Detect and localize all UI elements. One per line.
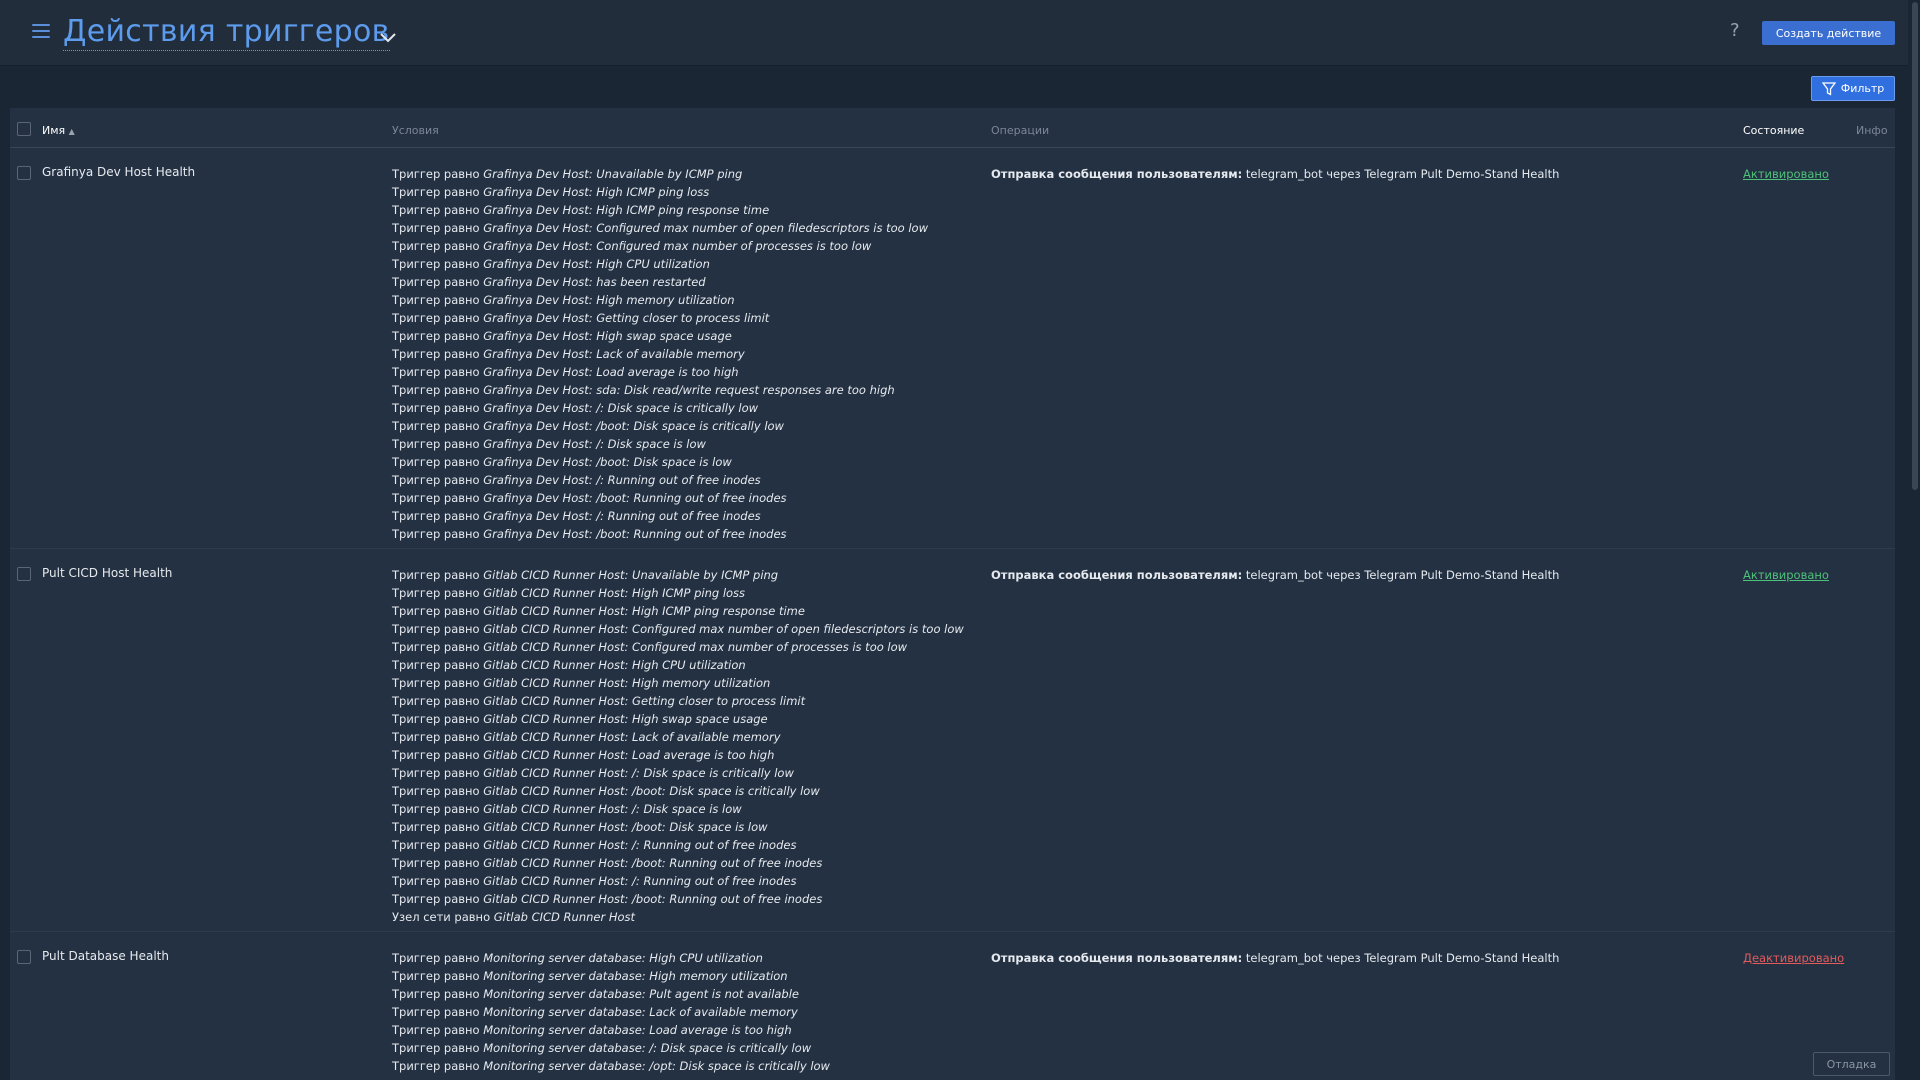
condition-item: Триггер равно Gitlab CICD Runner Host: H… bbox=[392, 586, 746, 600]
filter-button[interactable]: Фильтр bbox=[1811, 76, 1895, 101]
operations-cell: Отправка сообщения пользователям: telegr… bbox=[991, 165, 1559, 183]
condition-item: Триггер равно Gitlab CICD Runner Host: /… bbox=[392, 784, 820, 798]
status-toggle-link[interactable]: Деактивировано bbox=[1743, 949, 1844, 967]
table-row: Pult CICD Host Health Триггер равно Gitl… bbox=[10, 550, 1895, 932]
condition-item: Триггер равно Grafinya Dev Host: /boot: … bbox=[392, 527, 787, 541]
action-name-link[interactable]: Pult Database Health bbox=[42, 949, 169, 963]
operation-value: telegram_bot через Telegram Pult Demo-St… bbox=[1245, 167, 1560, 181]
condition-item: Триггер равно Grafinya Dev Host: /boot: … bbox=[392, 455, 732, 469]
column-operations-header: Операции bbox=[991, 124, 1050, 137]
operation-value: telegram_bot через Telegram Pult Demo-St… bbox=[1245, 568, 1560, 582]
scrollbar-thumb[interactable] bbox=[1912, 2, 1918, 490]
filter-icon bbox=[1821, 81, 1836, 96]
column-name-header[interactable]: Имя ▲ bbox=[42, 124, 75, 137]
operation-value: telegram_bot через Telegram Pult Demo-St… bbox=[1245, 951, 1560, 965]
row-checkbox[interactable] bbox=[17, 166, 31, 180]
condition-item: Триггер равно Monitoring server database… bbox=[392, 1041, 812, 1055]
condition-item: Триггер равно Gitlab CICD Runner Host: /… bbox=[392, 892, 823, 906]
condition-item: Триггер равно Monitoring server database… bbox=[392, 987, 800, 1001]
debug-button[interactable]: Отладка bbox=[1813, 1052, 1890, 1076]
condition-item: Триггер равно Gitlab CICD Runner Host: /… bbox=[392, 838, 797, 852]
condition-item: Триггер равно Gitlab CICD Runner Host: L… bbox=[392, 730, 781, 744]
condition-item: Триггер равно Gitlab CICD Runner Host: H… bbox=[392, 604, 805, 618]
create-action-button[interactable]: Создать действие bbox=[1762, 21, 1895, 45]
operations-cell: Отправка сообщения пользователям: telegr… bbox=[991, 566, 1559, 584]
sort-asc-icon: ▲ bbox=[68, 127, 75, 136]
condition-item: Триггер равно Grafinya Dev Host: sda: Di… bbox=[392, 383, 895, 397]
condition-item: Триггер равно Grafinya Dev Host: /boot: … bbox=[392, 491, 787, 505]
condition-item: Триггер равно Gitlab CICD Runner Host: C… bbox=[392, 640, 908, 654]
operation-label: Отправка сообщения пользователям: bbox=[991, 568, 1243, 582]
filter-bar bbox=[0, 67, 1908, 107]
page-title[interactable]: Действия триггеров bbox=[63, 14, 390, 51]
chevron-down-icon[interactable] bbox=[378, 28, 398, 48]
condition-item: Триггер равно Monitoring server database… bbox=[392, 1059, 830, 1073]
scrollbar[interactable] bbox=[1910, 0, 1920, 1080]
action-name-link[interactable]: Grafinya Dev Host Health bbox=[42, 165, 195, 179]
actions-table: Имя ▲ Условия Операции Состояние Инфо Gr… bbox=[10, 108, 1895, 1080]
condition-item: Триггер равно Gitlab CICD Runner Host: L… bbox=[392, 748, 775, 762]
condition-item: Триггер равно Gitlab CICD Runner Host: H… bbox=[392, 712, 768, 726]
condition-item: Триггер равно Gitlab CICD Runner Host: /… bbox=[392, 766, 794, 780]
condition-item: Триггер равно Monitoring server database… bbox=[392, 1023, 792, 1037]
condition-item: Триггер равно Grafinya Dev Host: Configu… bbox=[392, 221, 928, 235]
operation-label: Отправка сообщения пользователям: bbox=[991, 167, 1243, 181]
page-header: Действия триггеров ? Создать действие bbox=[0, 0, 1908, 66]
conditions-list: Триггер равно Gitlab CICD Runner Host: U… bbox=[392, 566, 964, 926]
condition-item: Триггер равно Gitlab CICD Runner Host: /… bbox=[392, 874, 797, 888]
condition-item: Триггер равно Monitoring server database… bbox=[392, 951, 763, 965]
condition-item: Триггер равно Grafinya Dev Host: Load av… bbox=[392, 365, 739, 379]
table-header: Имя ▲ Условия Операции Состояние Инфо bbox=[10, 108, 1895, 148]
condition-item: Триггер равно Grafinya Dev Host: /: Disk… bbox=[392, 401, 759, 415]
condition-item: Триггер равно Grafinya Dev Host: High sw… bbox=[392, 329, 732, 343]
condition-item: Триггер равно Grafinya Dev Host: /: Runn… bbox=[392, 473, 761, 487]
menu-icon[interactable] bbox=[32, 24, 50, 38]
table-row: Pult Database Health Триггер равно Monit… bbox=[10, 933, 1895, 1080]
condition-item: Триггер равно Monitoring server database… bbox=[392, 969, 788, 983]
row-checkbox[interactable] bbox=[17, 950, 31, 964]
condition-item: Триггер равно Gitlab CICD Runner Host: C… bbox=[392, 622, 964, 636]
condition-item: Триггер равно Grafinya Dev Host: High me… bbox=[392, 293, 735, 307]
condition-item: Триггер равно Grafinya Dev Host: Configu… bbox=[392, 239, 872, 253]
condition-item: Триггер равно Monitoring server database… bbox=[392, 1005, 798, 1019]
condition-item: Триггер равно Grafinya Dev Host: High CP… bbox=[392, 257, 710, 271]
operation-label: Отправка сообщения пользователям: bbox=[991, 951, 1243, 965]
operations-cell: Отправка сообщения пользователям: telegr… bbox=[991, 949, 1559, 967]
status-toggle-link[interactable]: Активировано bbox=[1743, 165, 1829, 183]
help-icon[interactable]: ? bbox=[1730, 20, 1740, 41]
condition-item: Триггер равно Gitlab CICD Runner Host: /… bbox=[392, 856, 823, 870]
action-name-link[interactable]: Pult CICD Host Health bbox=[42, 566, 172, 580]
column-status-header[interactable]: Состояние bbox=[1743, 124, 1804, 137]
condition-item: Триггер равно Gitlab CICD Runner Host: H… bbox=[392, 658, 746, 672]
table-row: Grafinya Dev Host Health Триггер равно G… bbox=[10, 149, 1895, 549]
condition-item: Триггер равно Grafinya Dev Host: /boot: … bbox=[392, 419, 784, 433]
condition-item: Триггер равно Grafinya Dev Host: Unavail… bbox=[392, 167, 743, 181]
column-conditions-header: Условия bbox=[392, 124, 439, 137]
condition-item: Триггер равно Grafinya Dev Host: High IC… bbox=[392, 203, 770, 217]
condition-item: Триггер равно Gitlab CICD Runner Host: U… bbox=[392, 568, 779, 582]
conditions-list: Триггер равно Monitoring server database… bbox=[392, 949, 830, 1075]
condition-item: Триггер равно Grafinya Dev Host: Getting… bbox=[392, 311, 770, 325]
condition-item: Узел сети равно Gitlab CICD Runner Host bbox=[392, 910, 636, 924]
conditions-list: Триггер равно Grafinya Dev Host: Unavail… bbox=[392, 165, 928, 543]
condition-item: Триггер равно Gitlab CICD Runner Host: G… bbox=[392, 694, 806, 708]
condition-item: Триггер равно Grafinya Dev Host: has bee… bbox=[392, 275, 706, 289]
condition-item: Триггер равно Gitlab CICD Runner Host: H… bbox=[392, 676, 771, 690]
filter-label: Фильтр bbox=[1840, 82, 1885, 95]
status-toggle-link[interactable]: Активировано bbox=[1743, 566, 1829, 584]
condition-item: Триггер равно Gitlab CICD Runner Host: /… bbox=[392, 820, 768, 834]
row-checkbox[interactable] bbox=[17, 567, 31, 581]
condition-item: Триггер равно Gitlab CICD Runner Host: /… bbox=[392, 802, 742, 816]
column-info-header: Инфо bbox=[1856, 124, 1888, 137]
condition-item: Триггер равно Grafinya Dev Host: High IC… bbox=[392, 185, 710, 199]
condition-item: Триггер равно Grafinya Dev Host: Lack of… bbox=[392, 347, 745, 361]
condition-item: Триггер равно Grafinya Dev Host: /: Disk… bbox=[392, 437, 706, 451]
condition-item: Триггер равно Grafinya Dev Host: /: Runn… bbox=[392, 509, 761, 523]
select-all-checkbox[interactable] bbox=[17, 122, 31, 136]
